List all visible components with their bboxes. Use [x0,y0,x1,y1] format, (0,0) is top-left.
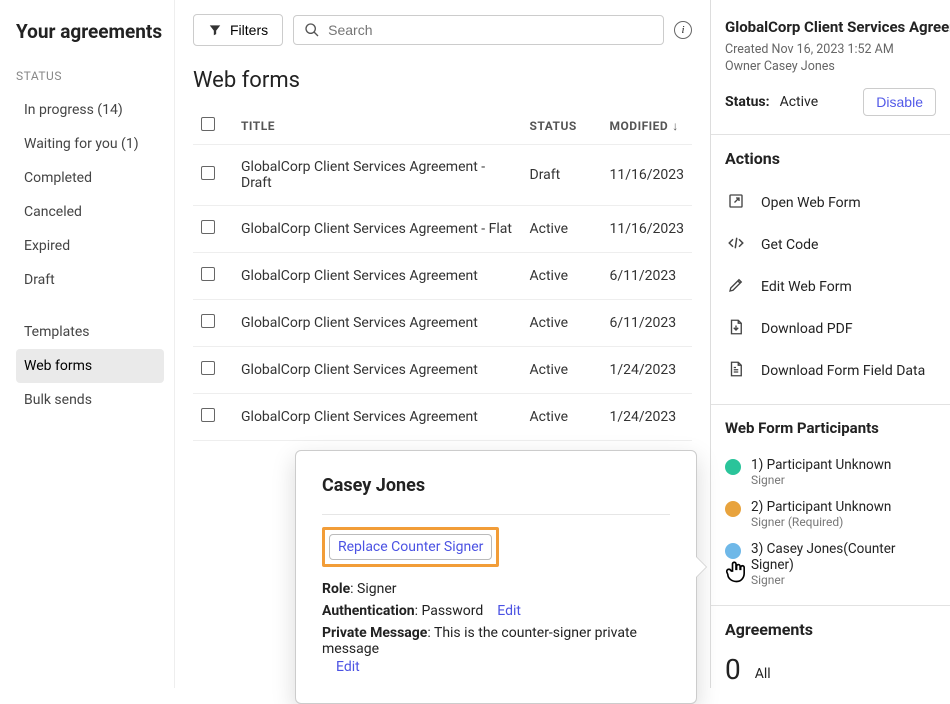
row-title: GlobalCorp Client Services Agreement - D… [233,145,522,206]
status-value: Active [780,94,819,110]
row-modified: 1/24/2023 [602,394,693,441]
table-row[interactable]: GlobalCorp Client Services AgreementActi… [193,394,692,441]
action-edit[interactable]: Edit Web Form [725,266,936,308]
open-icon [727,192,745,214]
status-label: Status: [725,94,770,110]
disable-button[interactable]: Disable [863,88,936,116]
row-status: Draft [522,145,602,206]
section-title: Web forms [193,68,692,93]
row-title: GlobalCorp Client Services Agreement - F… [233,206,522,253]
action-open[interactable]: Open Web Form [725,182,936,224]
agreements-all[interactable]: All [755,666,771,682]
row-checkbox[interactable] [201,166,215,180]
action-download-pdf[interactable]: Download PDF [725,308,936,350]
participant-row[interactable]: 3) Casey Jones(Counter Signer)Signer [725,535,936,593]
sidebar-item-templates[interactable]: Templates [16,315,164,349]
download-pdf-icon [727,318,745,340]
col-title[interactable]: TITLE [233,107,522,145]
sidebar-item-in-progress[interactable]: In progress (14) [16,93,164,127]
row-checkbox[interactable] [201,361,215,375]
action-code[interactable]: Get Code [725,224,936,266]
participant-dot-icon [725,543,741,559]
col-status[interactable]: STATUS [522,107,602,145]
row-title: GlobalCorp Client Services Agreement [233,394,522,441]
sort-desc-icon: ↓ [672,119,679,133]
table-row[interactable]: GlobalCorp Client Services AgreementActi… [193,300,692,347]
table-row[interactable]: GlobalCorp Client Services Agreement - D… [193,145,692,206]
participant-popover: Casey Jones Replace Counter Signer Role:… [295,450,697,704]
details-title: GlobalCorp Client Services Agreement [725,18,936,36]
row-status: Active [522,300,602,347]
actions-heading: Actions [725,149,936,168]
participant-dot-icon [725,459,741,475]
row-checkbox[interactable] [201,408,215,422]
row-status: Active [522,206,602,253]
sidebar-item-canceled[interactable]: Canceled [16,195,164,229]
row-checkbox[interactable] [201,267,215,281]
code-icon [727,234,745,256]
filter-icon [208,23,222,37]
download-data-icon [727,360,745,382]
row-modified: 11/16/2023 [602,206,693,253]
page-title: Your agreements [16,20,164,43]
sidebar-item-completed[interactable]: Completed [16,161,164,195]
search-icon [304,22,320,38]
row-checkbox[interactable] [201,220,215,234]
replace-highlight: Replace Counter Signer [322,527,499,567]
table-row[interactable]: GlobalCorp Client Services Agreement - F… [193,206,692,253]
agreements-count: 0 [725,653,741,686]
participant-dot-icon [725,501,741,517]
row-modified: 6/11/2023 [602,300,693,347]
details-created: Created Nov 16, 2023 1:52 AM [725,42,936,57]
edit-icon [727,276,745,298]
row-status: Active [522,253,602,300]
row-title: GlobalCorp Client Services Agreement [233,347,522,394]
row-title: GlobalCorp Client Services Agreement [233,300,522,347]
edit-pm-link[interactable]: Edit [336,659,670,675]
row-modified: 6/11/2023 [602,253,693,300]
status-group-label: STATUS [16,69,164,83]
sidebar-item-web-forms[interactable]: Web forms [16,349,164,383]
table-row[interactable]: GlobalCorp Client Services AgreementActi… [193,253,692,300]
row-title: GlobalCorp Client Services Agreement [233,253,522,300]
filters-button[interactable]: Filters [193,14,283,46]
action-download-data[interactable]: Download Form Field Data [725,350,936,392]
select-all-checkbox[interactable] [201,117,215,131]
replace-counter-signer-button[interactable]: Replace Counter Signer [329,534,492,560]
sidebar-item-bulk-sends[interactable]: Bulk sends [16,383,164,417]
search-field[interactable] [293,15,664,45]
row-modified: 11/16/2023 [602,145,693,206]
search-input[interactable] [328,22,653,38]
row-checkbox[interactable] [201,314,215,328]
agreements-heading: Agreements [725,620,936,639]
sidebar-item-expired[interactable]: Expired [16,229,164,263]
sidebar: Your agreements STATUS In progress (14) … [0,0,175,688]
participant-row[interactable]: 1) Participant UnknownSigner [725,451,936,493]
web-forms-table: TITLE STATUS MODIFIED↓ GlobalCorp Client… [193,107,692,441]
edit-auth-link[interactable]: Edit [497,603,521,619]
sidebar-item-draft[interactable]: Draft [16,263,164,297]
row-status: Active [522,347,602,394]
sidebar-item-waiting[interactable]: Waiting for you (1) [16,127,164,161]
col-modified[interactable]: MODIFIED↓ [602,107,693,145]
row-modified: 1/24/2023 [602,347,693,394]
row-status: Active [522,394,602,441]
details-panel: GlobalCorp Client Services Agreement Cre… [710,0,950,688]
participants-heading: Web Form Participants [725,419,936,437]
participant-row[interactable]: 2) Participant UnknownSigner (Required) [725,493,936,535]
table-row[interactable]: GlobalCorp Client Services AgreementActi… [193,347,692,394]
popover-name: Casey Jones [322,475,670,496]
info-icon[interactable]: i [674,21,692,39]
details-owner: Owner Casey Jones [725,59,936,74]
